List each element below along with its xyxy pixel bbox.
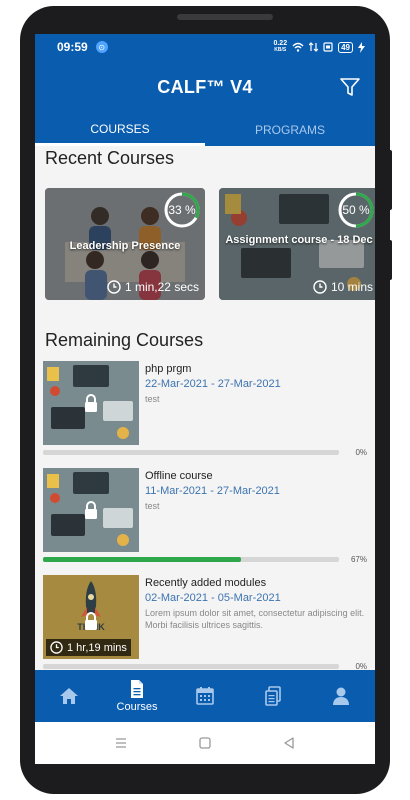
net-speed: 0.22 KB/S [273, 40, 288, 53]
phone-side-key [388, 150, 392, 210]
remaining-courses-heading: Remaining Courses [45, 330, 204, 350]
clock-icon [50, 641, 63, 654]
progress-bar [43, 450, 339, 455]
clock-icon [107, 280, 121, 294]
course-meta: Offline course 11-Mar-2021 - 27-Mar-2021… [145, 470, 367, 512]
course-list-item[interactable]: Offline course 11-Mar-2021 - 27-Mar-2021… [43, 468, 367, 568]
progress-percent: 0% [355, 662, 367, 670]
main-content: Recent Courses 33 % Leadership Presence … [35, 146, 375, 670]
app-screen: 09:59 ⊙ 0.22 KB/S 49 CALF™ V4 COURSES PR… [35, 34, 375, 764]
progress-bar [43, 664, 339, 669]
calendar-icon [196, 687, 214, 705]
course-description: test [145, 394, 160, 404]
course-name: Assignment course - 18 Dec [225, 234, 373, 246]
nav-courses-label: Courses [116, 701, 158, 713]
files-icon [265, 686, 281, 706]
course-name: Recently added modules [145, 577, 267, 589]
home-square-icon[interactable] [198, 736, 212, 750]
lock-icon [85, 501, 97, 519]
system-navigation-bar [35, 722, 375, 764]
wifi-icon [292, 42, 304, 52]
tab-programs[interactable]: PROGRAMS [205, 114, 375, 146]
phone-side-key [388, 240, 392, 280]
sim-icon [323, 42, 333, 52]
course-list-item[interactable]: THINK 1 hr,19 mins Recently added module… [43, 575, 367, 670]
progress-percent: 0% [355, 448, 367, 457]
course-thumbnail [43, 468, 139, 552]
course-thumbnail [43, 361, 139, 445]
course-dates: 22-Mar-2021 - 27-Mar-2021 [145, 378, 281, 390]
course-description: test [145, 501, 160, 511]
course-meta: Recently added modules 02-Mar-2021 - 05-… [145, 577, 367, 631]
nav-files[interactable] [239, 670, 307, 722]
course-duration: 10 mins [313, 280, 373, 294]
tab-bar: COURSES PROGRAMS [35, 114, 375, 146]
menu-icon[interactable] [114, 736, 128, 750]
document-icon [131, 680, 143, 698]
course-dates: 02-Mar-2021 - 05-Mar-2021 [145, 592, 281, 604]
nav-home[interactable] [35, 670, 103, 722]
bottom-navigation: Courses [35, 670, 375, 722]
lock-icon [85, 612, 97, 630]
nav-profile[interactable] [307, 670, 375, 722]
home-icon [60, 688, 78, 704]
nav-courses[interactable]: Courses [103, 670, 171, 722]
course-description: Lorem ipsum dolor sit amet, consectetur … [145, 608, 365, 630]
back-icon[interactable] [282, 736, 296, 750]
status-bar: 09:59 ⊙ 0.22 KB/S 49 [35, 34, 375, 60]
recent-course-card[interactable]: 50 % Assignment course - 18 Dec 10 mins [219, 188, 375, 300]
course-duration: 1 hr,19 mins [46, 639, 131, 656]
course-duration: 1 min,22 secs [107, 280, 199, 294]
progress-percent: 67% [350, 555, 367, 564]
app-title: CALF™ V4 [157, 76, 253, 97]
status-time: 09:59 [57, 40, 88, 54]
progress-bar [43, 557, 339, 562]
course-list-item[interactable]: php prgm 22-Mar-2021 - 27-Mar-2021 test … [43, 361, 367, 461]
recent-courses-heading: Recent Courses [45, 148, 175, 168]
progress-percent: 50 % [342, 203, 370, 217]
data-icon [309, 42, 319, 52]
course-name: Leadership Presence [69, 240, 181, 252]
course-dates: 11-Mar-2021 - 27-Mar-2021 [145, 485, 280, 497]
progress-percent: 33 % [168, 203, 196, 217]
lock-icon [85, 394, 97, 412]
location-icon: ⊙ [95, 41, 108, 53]
course-name: Offline course [145, 470, 213, 482]
nav-calendar[interactable] [171, 670, 239, 722]
filter-icon[interactable] [339, 76, 361, 98]
status-right: 0.22 KB/S 49 [273, 40, 365, 54]
course-thumbnail: THINK 1 hr,19 mins [43, 575, 139, 659]
charging-icon [358, 41, 365, 53]
course-name: php prgm [145, 363, 192, 375]
profile-icon [333, 687, 349, 705]
course-meta: php prgm 22-Mar-2021 - 27-Mar-2021 test [145, 363, 367, 405]
battery-icon: 49 [338, 41, 353, 53]
clock-icon [313, 280, 327, 294]
app-bar: CALF™ V4 [35, 60, 375, 114]
phone-speaker [177, 14, 273, 20]
tab-courses[interactable]: COURSES [35, 114, 205, 146]
recent-course-card[interactable]: 33 % Leadership Presence 1 min,22 secs [45, 188, 205, 300]
